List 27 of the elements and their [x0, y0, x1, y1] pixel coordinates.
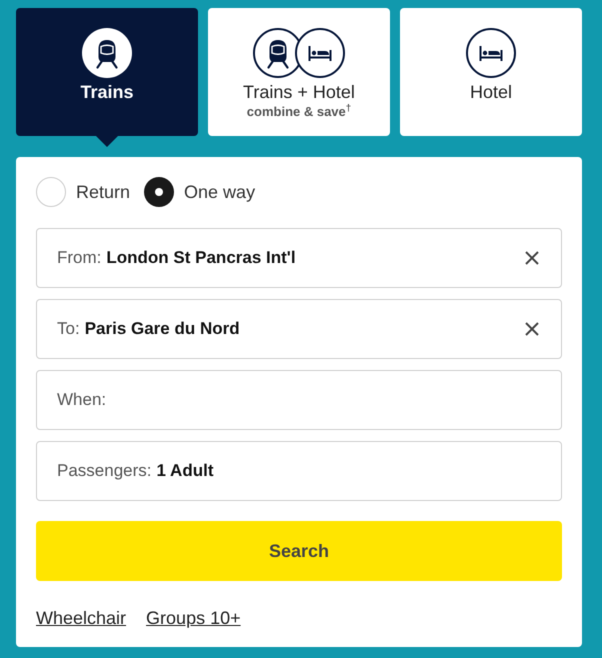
field-label: To:	[57, 318, 80, 340]
field-label: From:	[57, 247, 102, 270]
link[interactable]: Wheelchair	[36, 605, 126, 632]
radio-button[interactable]	[36, 177, 66, 207]
radio-label[interactable]: Return	[76, 178, 130, 206]
radio-button[interactable]	[144, 177, 174, 207]
tab-pointer-icon	[96, 136, 118, 147]
tab[interactable]: Trains	[16, 8, 198, 136]
search-button[interactable]: Search	[36, 521, 562, 581]
input-field[interactable]: From: London St Pancras Int'l	[36, 228, 562, 288]
bed-icon	[295, 28, 345, 78]
field-value: Paris Gare du Nord	[84, 318, 240, 340]
field-value: 1 Adult	[156, 460, 214, 482]
train-icon	[82, 28, 132, 78]
link[interactable]: Groups 10+	[146, 605, 241, 632]
bed-icon	[466, 28, 516, 78]
input-field[interactable]: Passengers: 1 Adult	[36, 441, 562, 501]
input-field[interactable]: When:	[36, 370, 562, 430]
close-icon[interactable]	[525, 322, 539, 336]
radio-label[interactable]: One way	[184, 178, 256, 206]
field-label: Passengers:	[57, 460, 152, 482]
tab[interactable]: Trains + Hotel combine & save$^{†}$	[208, 8, 390, 136]
input-field[interactable]: To: Paris Gare du Nord	[36, 299, 562, 359]
tab[interactable]: Hotel	[400, 8, 582, 136]
field-value: London St Pancras Int'l	[106, 247, 296, 270]
close-icon[interactable]	[525, 251, 539, 265]
field-label: When:	[57, 389, 106, 412]
